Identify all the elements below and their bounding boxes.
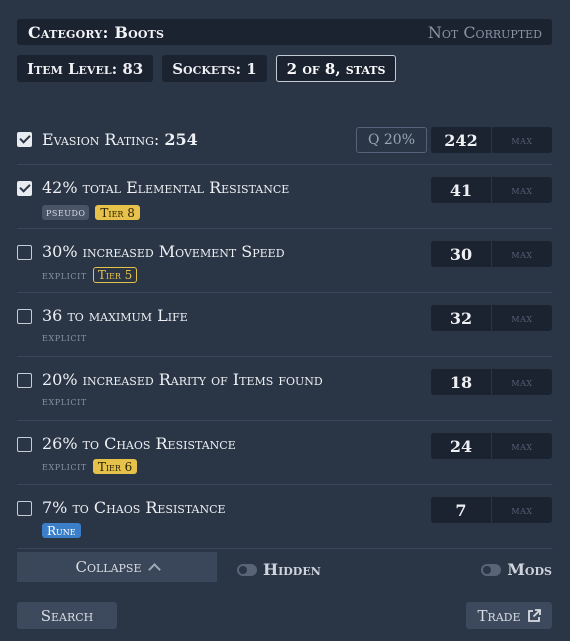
search-button[interactable]: Search [17,602,117,629]
stat-tags: explicit Tier 5 [42,267,138,283]
stat-max-input[interactable]: max [492,433,552,459]
category-bar: Category: Boots Not Corrupted [17,19,552,45]
trade-label: Trade [477,606,521,625]
stat-max-input[interactable]: max [492,305,552,331]
stat-min-input[interactable]: 18 [431,369,491,395]
stat-row-maximum-life: 36 to maximum Life explicit 32 max [17,293,552,357]
hidden-toggle[interactable]: Hidden [237,560,321,579]
stat-label: 7% to Chaos Resistance [42,498,226,517]
stat-max-input[interactable]: max [492,127,552,153]
stat-label: Evasion Rating: 254 [42,130,198,149]
stat-checkbox[interactable] [17,501,32,516]
stat-value-box: 41 max [431,177,552,203]
stat-row-movement-speed: 30% increased Movement Speed explicit Ti… [17,229,552,293]
stat-value-box: 24 max [431,433,552,459]
stats-count-button[interactable]: 2 of 8, stats [275,55,397,82]
chevron-up-icon [147,563,161,576]
rune-badge: Rune [42,523,81,538]
stat-row-elemental-resistance: 42% total Elemental Resistance pseudo Ti… [17,165,552,229]
stat-row-evasion: Evasion Rating: 254 Q 20% 242 max [17,120,552,165]
stat-min-input[interactable]: 7 [431,497,491,523]
sockets-chip: Sockets: 1 [162,55,267,82]
mods-label: Mods [507,560,552,579]
stat-checkbox[interactable] [17,245,32,260]
stat-filter-list: Evasion Rating: 254 Q 20% 242 max 42% to… [17,120,552,549]
source-label: explicit [42,460,87,473]
stat-tags: explicit Tier 6 [42,459,138,474]
tier-badge: Tier 6 [92,459,138,474]
item-level-chip: Item Level: 83 [17,55,154,82]
stat-checkbox[interactable] [17,437,32,452]
category-label: Category: Boots [28,22,165,42]
stat-max-input[interactable]: max [492,177,552,203]
toggle-switch-icon [237,563,257,576]
source-label: explicit [42,395,87,408]
hidden-label: Hidden [263,560,321,579]
stat-checkbox[interactable] [17,181,32,196]
source-label: explicit [42,331,87,344]
mods-toggle[interactable]: Mods [481,560,552,579]
stat-label: 26% to Chaos Resistance [42,434,236,453]
stat-max-input[interactable]: max [492,497,552,523]
stat-tags: explicit [42,395,87,408]
stat-checkbox[interactable] [17,132,32,147]
stat-checkbox[interactable] [17,309,32,324]
source-label: explicit [42,268,87,282]
corruption-status: Not Corrupted [427,22,542,42]
stat-min-input[interactable]: 41 [431,177,491,203]
collapse-button[interactable]: Collapse [17,552,217,582]
stat-value-box: 242 max [431,127,552,153]
stat-value-box: 32 max [431,305,552,331]
stat-checkbox[interactable] [17,373,32,388]
stat-value-box: 18 max [431,369,552,395]
stat-max-input[interactable]: max [492,369,552,395]
item-info-chips: Item Level: 83 Sockets: 1 2 of 8, stats [17,55,397,82]
search-label: Search [40,606,94,625]
tier-badge: Tier 8 [95,205,140,220]
collapse-label: Collapse [75,558,142,576]
trade-button[interactable]: Trade [466,602,552,629]
stat-min-input[interactable]: 24 [431,433,491,459]
stat-min-input[interactable]: 32 [431,305,491,331]
stat-tags: explicit [42,331,87,344]
stat-value-box: 7 max [431,497,552,523]
filter-footer: Collapse Hidden Mods [17,552,552,582]
stat-tags: Rune [42,523,81,538]
stat-row-item-rarity: 20% increased Rarity of Items found expl… [17,357,552,421]
toggle-switch-icon [481,563,502,576]
stat-value-box: 30 max [431,241,552,267]
pseudo-tag: pseudo [42,205,90,220]
stat-label: 42% total Elemental Resistance [42,178,290,197]
stat-row-chaos-resistance: 26% to Chaos Resistance explicit Tier 6 … [17,421,552,485]
stat-label: 20% increased Rarity of Items found [42,370,323,389]
stat-min-input[interactable]: 30 [431,241,491,267]
stat-min-input[interactable]: 242 [431,127,491,153]
stat-max-input[interactable]: max [492,241,552,267]
external-link-icon [527,608,541,622]
stat-row-chaos-resistance-rune: 7% to Chaos Resistance Rune 7 max [17,485,552,549]
tier-badge: Tier 5 [92,267,138,283]
stat-label: 30% increased Movement Speed [42,242,285,261]
stat-label: 36 to maximum Life [42,306,188,325]
stat-tags: pseudo Tier 8 [42,205,140,220]
quality-badge: Q 20% [356,127,427,153]
